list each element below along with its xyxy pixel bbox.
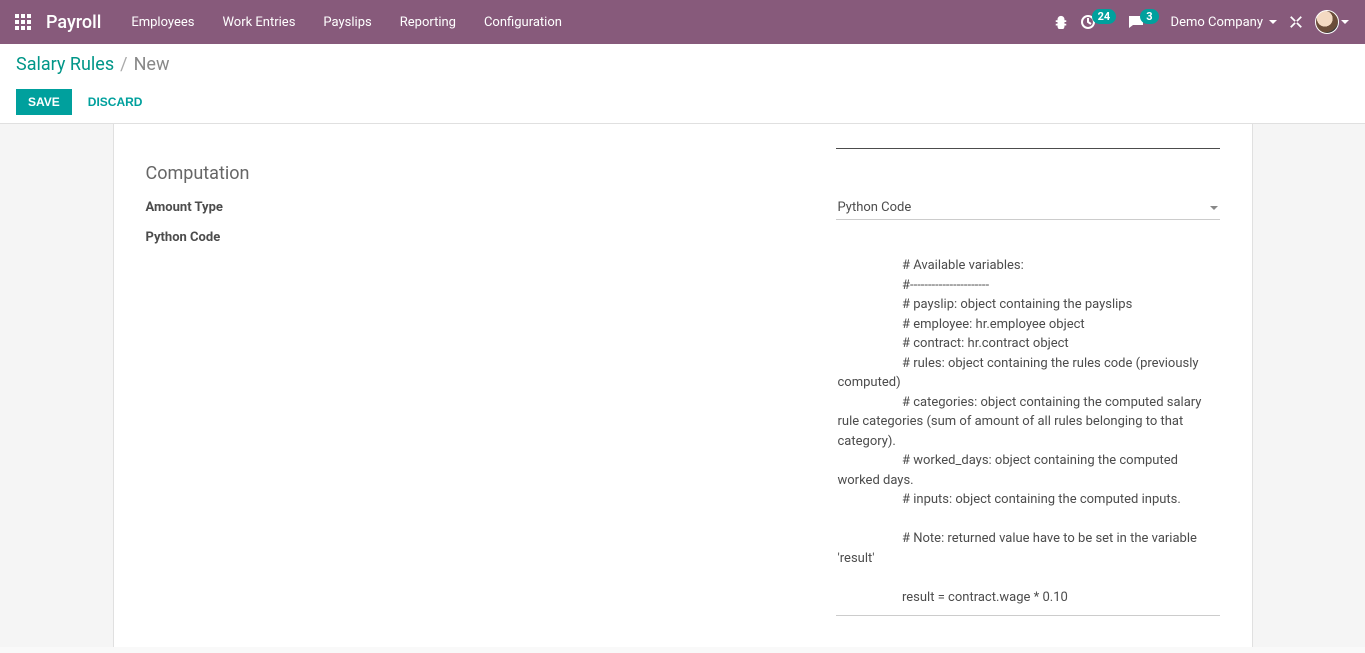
- chevron-down-icon: [1341, 20, 1349, 24]
- discard-button[interactable]: Discard: [76, 89, 155, 115]
- company-switcher[interactable]: Demo Company: [1171, 15, 1277, 30]
- activities-icon[interactable]: 24: [1080, 14, 1117, 30]
- form-scroll-area[interactable]: Computation Amount Type Python Code Pyth…: [0, 124, 1365, 647]
- debug-icon[interactable]: [1054, 15, 1068, 29]
- prev-field-border: [836, 148, 1220, 149]
- form-sheet: Computation Amount Type Python Code Pyth…: [113, 124, 1253, 647]
- breadcrumb-sep: /: [120, 54, 127, 75]
- company-name: Demo Company: [1171, 15, 1263, 30]
- menu-employees[interactable]: Employees: [121, 9, 204, 36]
- messages-icon[interactable]: 3: [1128, 14, 1158, 30]
- activities-badge: 24: [1092, 9, 1117, 24]
- breadcrumb: Salary Rules / New: [16, 54, 1349, 75]
- field-python-code[interactable]: # Available variables: #----------------…: [836, 250, 1220, 616]
- apps-icon[interactable]: [8, 7, 38, 37]
- avatar: [1315, 10, 1339, 34]
- label-python-code: Python Code: [146, 226, 836, 245]
- control-buttons: Save Discard: [16, 89, 1349, 115]
- menu-reporting[interactable]: Reporting: [390, 9, 466, 36]
- chevron-down-icon: [1269, 20, 1277, 24]
- nav-right: 24 3 Demo Company: [1054, 10, 1357, 34]
- messages-badge: 3: [1140, 9, 1158, 24]
- row-python-code: Python Code # Available variables: #----…: [146, 226, 1220, 616]
- menu-work-entries[interactable]: Work Entries: [212, 9, 305, 36]
- section-computation: Computation: [146, 163, 1220, 184]
- app-title[interactable]: Payroll: [38, 12, 121, 33]
- amount-type-value: Python Code: [838, 200, 912, 215]
- label-amount-type: Amount Type: [146, 196, 836, 215]
- control-panel: Salary Rules / New Save Discard: [0, 44, 1365, 124]
- breadcrumb-current: New: [134, 54, 170, 75]
- menu-payslips[interactable]: Payslips: [313, 9, 381, 36]
- save-button[interactable]: Save: [16, 89, 72, 115]
- user-menu[interactable]: [1315, 10, 1349, 34]
- breadcrumb-parent[interactable]: Salary Rules: [16, 54, 114, 75]
- top-nav: Payroll Employees Work Entries Payslips …: [0, 0, 1365, 44]
- chevron-down-icon: [1210, 206, 1218, 210]
- menu-configuration[interactable]: Configuration: [474, 9, 572, 36]
- field-amount-type[interactable]: Python Code: [836, 196, 1220, 220]
- expand-icon[interactable]: [1289, 15, 1303, 29]
- row-amount-type: Amount Type Python Code: [146, 196, 1220, 220]
- main-menu: Employees Work Entries Payslips Reportin…: [121, 9, 572, 36]
